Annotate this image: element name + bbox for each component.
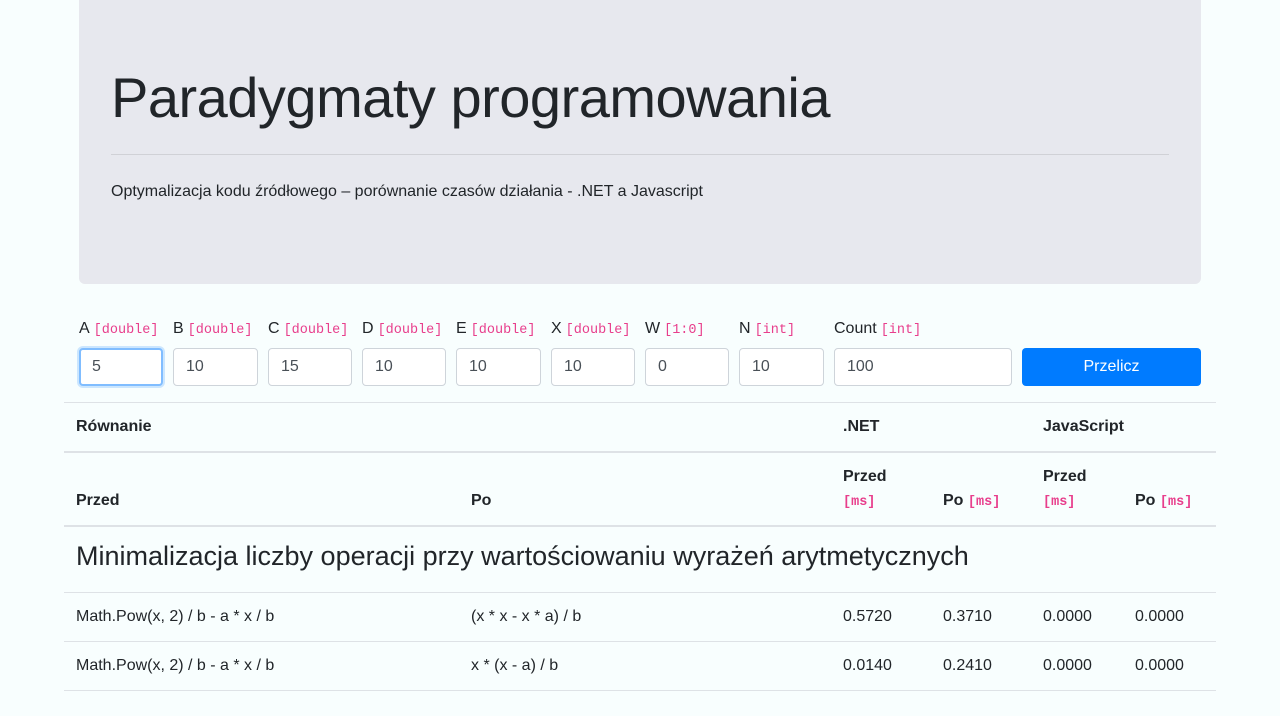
header-net: .NET: [843, 418, 880, 435]
input-count[interactable]: [834, 348, 1012, 386]
label-w: W [1:0]: [645, 320, 705, 338]
jumbotron: Paradygmaty programowania Optymalizacja …: [79, 0, 1201, 284]
label-x: X [double]: [551, 320, 631, 338]
cell-net-before: 0.5720: [843, 608, 892, 625]
header-js: JavaScript: [1043, 418, 1124, 435]
row-divider: [64, 690, 1216, 691]
input-d[interactable]: [362, 348, 446, 386]
label-e: E [double]: [456, 320, 536, 338]
input-n[interactable]: [739, 348, 824, 386]
header-net-before-unit: [ms]: [843, 495, 876, 510]
row-divider: [64, 641, 1216, 642]
input-x[interactable]: [551, 348, 635, 386]
header-after: Po: [471, 492, 492, 509]
header-js-before: Przed: [1043, 468, 1087, 485]
cell-before: Math.Pow(x, 2) / b - a * x / b: [76, 657, 275, 674]
label-a: A [double]: [79, 320, 159, 338]
header-js-after: Po [ms]: [1135, 492, 1193, 510]
page-title: Paradygmaty programowania: [111, 66, 830, 129]
subheader-divider: [64, 525, 1216, 527]
cell-js-before: 0.0000: [1043, 657, 1092, 674]
table-border-top: [64, 402, 1216, 403]
header-net-before: Przed: [843, 468, 887, 485]
calculate-button[interactable]: Przelicz: [1022, 348, 1201, 386]
cell-net-before: 0.0140: [843, 657, 892, 674]
cell-js-before: 0.0000: [1043, 608, 1092, 625]
input-w[interactable]: [645, 348, 729, 386]
cell-after: (x * x - x * a) / b: [471, 608, 582, 625]
label-c: C [double]: [268, 320, 349, 338]
divider: [111, 154, 1169, 155]
cell-js-after: 0.0000: [1135, 608, 1184, 625]
label-n: N [int]: [739, 320, 796, 338]
header-divider: [64, 451, 1216, 453]
input-a[interactable]: [79, 348, 163, 386]
field-labels: A [double] B [double] C [double] D [double] …: [0, 318, 1280, 340]
input-b[interactable]: [173, 348, 258, 386]
section-title: Minimalizacja liczby operacji przy warto…: [76, 541, 969, 571]
cell-net-after: 0.2410: [943, 657, 992, 674]
input-c[interactable]: [268, 348, 352, 386]
row-divider: [64, 592, 1216, 593]
page-subtitle: Optymalizacja kodu źródłowego – porównan…: [111, 183, 703, 200]
cell-js-after: 0.0000: [1135, 657, 1184, 674]
cell-after: x * (x - a) / b: [471, 657, 559, 674]
label-b: B [double]: [173, 320, 253, 338]
cell-net-after: 0.3710: [943, 608, 992, 625]
header-js-before-unit: [ms]: [1043, 495, 1076, 510]
header-net-after: Po [ms]: [943, 492, 1001, 510]
label-d: D [double]: [362, 320, 443, 338]
input-e[interactable]: [456, 348, 541, 386]
header-before: Przed: [76, 492, 120, 509]
cell-before: Math.Pow(x, 2) / b - a * x / b: [76, 608, 275, 625]
header-equation: Równanie: [76, 418, 152, 435]
label-count: Count [int]: [834, 320, 922, 338]
